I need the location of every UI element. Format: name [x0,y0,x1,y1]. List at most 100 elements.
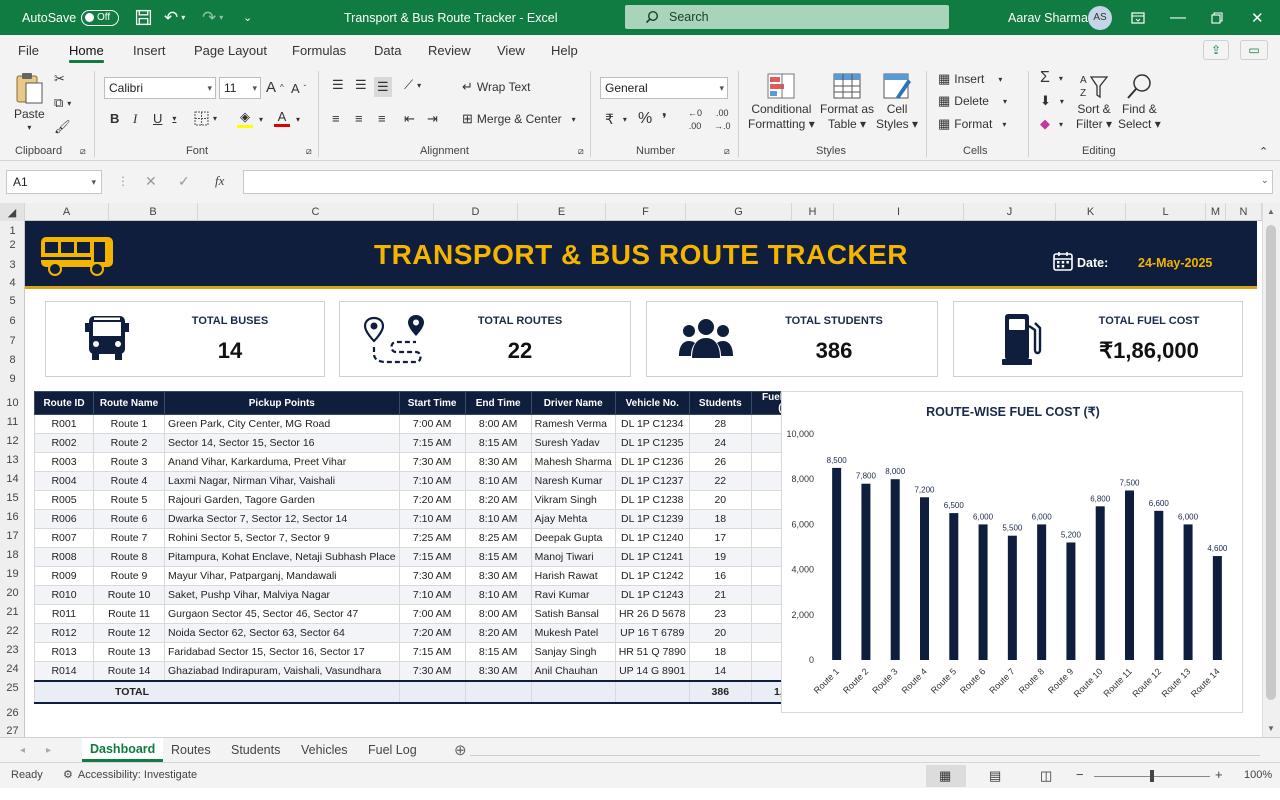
sheet-tab-fuel-log[interactable]: Fuel Log [368,738,417,762]
scroll-up-icon[interactable]: ▲ [1267,207,1275,216]
table-row[interactable]: R012 Route 12 Noida Sector 62, Sector 63, … [34,623,819,643]
table-cell[interactable]: Route 2 [93,433,165,453]
table-cell[interactable]: 7:10 AM [398,509,466,529]
table-cell[interactable]: 8:00 AM [464,604,532,624]
search-box[interactable]: Search [625,5,949,29]
sort-filter-button[interactable]: AZ Sort & Filter ▾ [1076,71,1112,131]
formula-options-icon[interactable]: ⋮ [117,174,129,188]
table-cell[interactable]: R001 [34,414,94,434]
table-cell[interactable]: 19 [688,547,752,567]
row-header[interactable]: 6 [0,311,25,330]
decrease-font-icon[interactable]: Aˇ [291,81,306,96]
find-select-button[interactable]: Find & Select ▾ [1118,71,1161,131]
borders-icon[interactable]: ▾ [194,111,217,126]
sheet-tab-vehicles[interactable]: Vehicles [301,738,348,762]
table-cell[interactable]: 8:25 AM [464,528,532,548]
select-all-corner[interactable]: ◢ [0,203,25,221]
column-header[interactable]: G [686,203,792,221]
next-sheet-icon[interactable]: ▸ [46,738,51,762]
table-cell[interactable]: 7:10 AM [398,585,466,605]
table-cell[interactable]: 8:20 AM [464,623,532,643]
table-cell[interactable]: Naresh Kumar [530,471,616,491]
tab-file[interactable]: File [18,35,39,65]
format-painter-icon[interactable]: 🖌 [54,119,71,135]
restore-icon[interactable] [1211,0,1223,35]
row-header[interactable]: 15 [0,488,25,507]
insert-function-icon[interactable]: fx [215,173,224,189]
bold-button[interactable]: B [110,111,119,126]
align-center-icon[interactable]: ≡ [355,111,363,126]
increase-font-icon[interactable]: A ^ [266,79,284,96]
ribbon-display-icon[interactable] [1131,0,1145,35]
table-cell[interactable]: Route 5 [93,490,165,510]
column-header[interactable]: C [198,203,434,221]
zoom-in-icon[interactable]: + [1215,767,1223,782]
table-cell[interactable]: 20 [688,490,752,510]
table-cell[interactable]: Harish Rawat [530,566,616,586]
row-header[interactable]: 20 [0,583,25,602]
table-cell[interactable]: HR 26 D 5678 [614,604,690,624]
table-cell[interactable]: 7:15 AM [398,547,466,567]
row-header[interactable]: 19 [0,564,25,583]
clipboard-launcher-icon[interactable]: ⧄ [80,146,86,157]
table-cell[interactable]: 17 [688,528,752,548]
tab-page-layout[interactable]: Page Layout [194,35,267,65]
table-cell[interactable]: R007 [34,528,94,548]
table-row[interactable]: R010 Route 10 Saket, Pushp Vihar, Malviya … [34,585,819,605]
table-cell[interactable]: UP 16 T 6789 [614,623,690,643]
table-cell[interactable]: Sanjay Singh [530,642,616,662]
table-cell[interactable]: Route 12 [93,623,165,643]
row-header[interactable]: 2 [0,235,25,254]
table-cell[interactable]: R010 [34,585,94,605]
table-cell[interactable]: R004 [34,471,94,491]
table-row[interactable]: R001 Route 1 Green Park, City Center, MG R… [34,414,819,434]
table-cell[interactable]: 7:25 AM [398,528,466,548]
save-icon[interactable] [135,0,152,35]
number-format-select[interactable]: General ▾ [600,77,728,99]
scroll-down-icon[interactable]: ▼ [1267,724,1275,733]
table-cell[interactable]: 8:15 AM [464,642,532,662]
row-header[interactable]: 24 [0,659,25,678]
table-cell[interactable]: 8:15 AM [464,433,532,453]
table-cell[interactable]: DL 1P C1242 [614,566,690,586]
number-launcher-icon[interactable]: ⧄ [724,146,730,157]
font-color-dropdown[interactable]: ▾ [296,115,300,124]
table-cell[interactable]: Satish Bansal [530,604,616,624]
table-cell[interactable]: DL 1P C1241 [614,547,690,567]
table-cell[interactable]: Mayur Vihar, Patparganj, Mandawali [164,566,400,586]
row-header[interactable]: 4 [0,273,25,292]
table-cell[interactable]: R002 [34,433,94,453]
table-cell[interactable]: Anand Vihar, Karkarduma, Preet Vihar [164,452,400,472]
table-cell[interactable]: 7:10 AM [398,471,466,491]
table-cell[interactable]: Rajouri Garden, Tagore Garden [164,490,400,510]
table-cell[interactable]: Route 6 [93,509,165,529]
table-cell[interactable]: 7:00 AM [398,604,466,624]
zoom-out-icon[interactable]: − [1076,767,1084,782]
expand-formula-icon[interactable]: ⌄ [1261,175,1269,186]
table-cell[interactable]: 8:30 AM [464,566,532,586]
paste-button[interactable]: Paste ▾ [14,71,45,132]
table-row[interactable]: R003 Route 3 Anand Vihar, Karkarduma, Pree… [34,452,819,472]
row-header[interactable]: 9 [0,369,25,388]
table-cell[interactable]: Suresh Yadav [530,433,616,453]
table-cell[interactable]: Manoj Tiwari [530,547,616,567]
table-cell[interactable]: Gurgaon Sector 45, Sector 46, Sector 47 [164,604,400,624]
tab-review[interactable]: Review [428,35,471,65]
table-cell[interactable]: 8:20 AM [464,490,532,510]
table-cell[interactable]: Route 4 [93,471,165,491]
table-cell[interactable]: Sector 14, Sector 15, Sector 16 [164,433,400,453]
table-cell[interactable]: Deepak Gupta [530,528,616,548]
clear-icon[interactable]: ◆ ▾ [1040,116,1063,132]
copy-icon[interactable]: ⧉ ▾ [54,95,71,111]
table-cell[interactable]: Laxmi Nagar, Nirman Vihar, Vaishali [164,471,400,491]
table-cell[interactable]: Ravi Kumar [530,585,616,605]
share-icon[interactable]: ⇪ [1203,40,1229,60]
table-cell[interactable]: R009 [34,566,94,586]
table-cell[interactable]: 14 [688,661,752,681]
tab-home[interactable]: Home [69,35,104,65]
table-cell[interactable]: Route 11 [93,604,165,624]
table-cell[interactable]: Ghaziabad Indirapuram, Vaishali, Vasundh… [164,661,400,681]
table-row[interactable]: R008 Route 8 Pitampura, Kohat Enclave, Net… [34,547,819,567]
undo-icon[interactable]: ↶ ▾ [164,0,185,35]
row-header[interactable]: 25 [0,678,25,697]
